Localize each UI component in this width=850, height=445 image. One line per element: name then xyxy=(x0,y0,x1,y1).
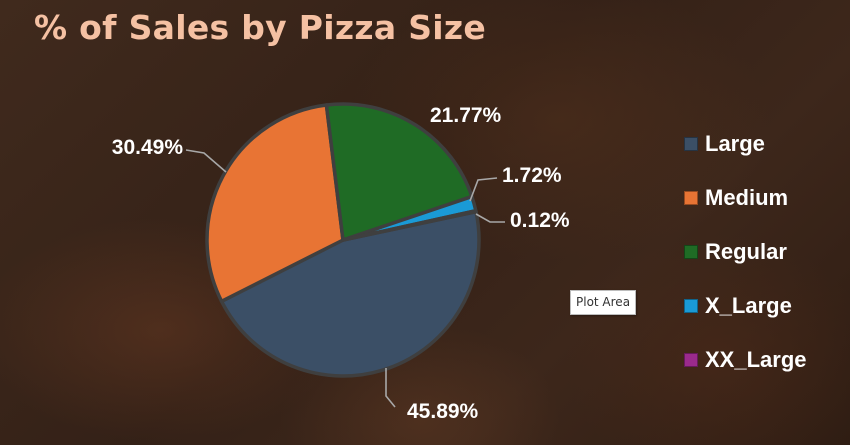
data-label-x-large: 1.72% xyxy=(502,164,562,187)
leader-line-xx-large xyxy=(475,213,505,223)
pie-slices xyxy=(205,102,481,378)
legend-item-xx-large[interactable]: XX_Large xyxy=(684,333,807,387)
legend-swatch xyxy=(684,299,698,313)
legend: Large Medium Regular X_Large XX_Large xyxy=(684,117,807,387)
data-label-medium: 30.49% xyxy=(112,136,184,159)
legend-label: Medium xyxy=(705,185,789,210)
legend-swatch xyxy=(684,191,698,205)
data-label-regular: 21.77% xyxy=(430,104,502,127)
leader-line-x-large xyxy=(469,177,498,202)
chart-container: % of Sales by Pizza Size 45.89% 30.49% 21.… xyxy=(0,0,850,445)
plot-area-tooltip: Plot Area xyxy=(570,290,637,315)
leader-line-large xyxy=(385,368,396,408)
legend-swatch xyxy=(684,137,698,151)
data-label-large: 45.89% xyxy=(407,400,479,423)
legend-label: Regular xyxy=(705,239,787,264)
legend-item-large[interactable]: Large xyxy=(684,117,807,171)
legend-item-medium[interactable]: Medium xyxy=(684,171,807,225)
legend-label: X_Large xyxy=(705,293,792,318)
legend-item-regular[interactable]: Regular xyxy=(684,225,807,279)
legend-item-x-large[interactable]: X_Large xyxy=(684,279,807,333)
legend-label: XX_Large xyxy=(705,347,807,372)
data-label-xx-large: 0.12% xyxy=(510,209,570,232)
legend-swatch xyxy=(684,245,698,259)
leader-line-medium xyxy=(185,149,227,173)
legend-swatch xyxy=(684,353,698,367)
legend-label: Large xyxy=(705,131,765,156)
